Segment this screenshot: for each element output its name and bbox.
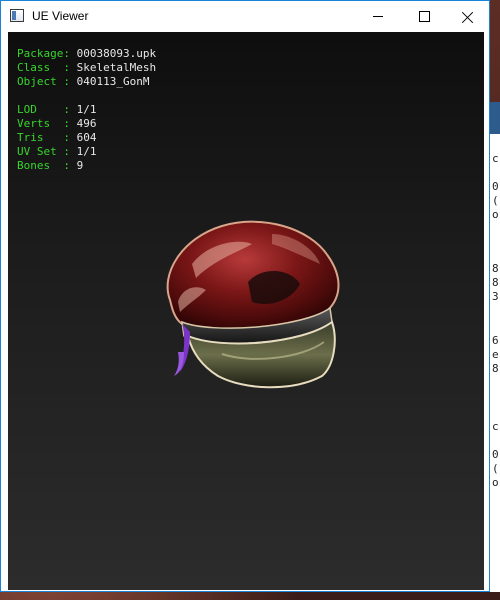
info-label: Package bbox=[17, 47, 64, 60]
info-label: Object bbox=[17, 75, 64, 88]
background-text-fragment: 6 bbox=[492, 334, 499, 347]
background-app-header bbox=[490, 102, 500, 134]
info-separator: : bbox=[63, 159, 77, 172]
info-separator: : bbox=[63, 75, 77, 88]
minimize-icon bbox=[373, 16, 383, 17]
info-row-verts: Verts : 496 bbox=[17, 117, 156, 131]
info-row-class: Class : SkeletalMesh bbox=[17, 61, 156, 75]
background-text-fragment: e bbox=[492, 348, 499, 361]
background-text-fragment: 0 bbox=[492, 448, 499, 461]
maximize-button[interactable] bbox=[401, 1, 447, 32]
info-label: UV Set bbox=[17, 145, 64, 158]
background-text-fragment: o bbox=[492, 208, 499, 221]
close-button[interactable] bbox=[445, 1, 491, 32]
info-label: Tris bbox=[17, 131, 64, 144]
background-app-window: c 0 ( o 8 8 3 6 e 8 c 0 ( o bbox=[490, 102, 500, 592]
info-separator: : bbox=[63, 145, 77, 158]
info-row-lod: LOD : 1/1 bbox=[17, 103, 156, 117]
background-text-fragment: ( bbox=[492, 194, 499, 207]
info-value: SkeletalMesh bbox=[76, 61, 157, 74]
info-row-bones: Bones : 9 bbox=[17, 159, 156, 173]
window-title: UE Viewer bbox=[32, 9, 89, 23]
info-label: Class bbox=[17, 61, 64, 74]
info-value: 496 bbox=[76, 117, 97, 130]
info-value: 040113_GonM bbox=[76, 75, 150, 88]
cap-crown bbox=[166, 220, 340, 331]
info-separator: : bbox=[63, 131, 77, 144]
info-separator: : bbox=[63, 103, 77, 116]
info-value: 1/1 bbox=[76, 103, 97, 116]
info-row-package: Package: 00038093.upk bbox=[17, 47, 156, 61]
3d-viewport[interactable]: Package: 00038093.upk Class : SkeletalMe… bbox=[8, 32, 484, 590]
background-text-fragment: 8 bbox=[492, 262, 499, 275]
maximize-icon bbox=[418, 11, 430, 22]
info-separator: : bbox=[63, 61, 77, 74]
background-text-fragment: 3 bbox=[492, 290, 499, 303]
info-label: Bones bbox=[17, 159, 64, 172]
background-text-fragment: o bbox=[492, 476, 499, 489]
info-row-object: Object : 040113_GonM bbox=[17, 75, 156, 89]
cap-tassel bbox=[174, 352, 184, 376]
background-text-fragment: 8 bbox=[492, 276, 499, 289]
minimize-button[interactable] bbox=[355, 1, 401, 32]
cap-mesh-render[interactable] bbox=[152, 204, 348, 400]
info-value: 1/1 bbox=[76, 145, 97, 158]
info-label: Verts bbox=[17, 117, 64, 130]
title-bar[interactable]: UE Viewer bbox=[1, 1, 489, 32]
close-icon bbox=[462, 11, 474, 23]
info-value: 00038093.upk bbox=[76, 47, 157, 60]
info-value: 604 bbox=[76, 131, 97, 144]
background-text-fragment: c bbox=[492, 420, 499, 433]
info-label: LOD bbox=[17, 103, 64, 116]
background-text-fragment: ( bbox=[492, 462, 499, 475]
info-row-tris: Tris : 604 bbox=[17, 131, 156, 145]
info-row-uvset: UV Set : 1/1 bbox=[17, 145, 156, 159]
background-text-fragment: 8 bbox=[492, 362, 499, 375]
ue-viewer-window: UE Viewer Package: 00038093.upk Class : … bbox=[0, 0, 490, 592]
app-window-icon[interactable] bbox=[10, 9, 24, 22]
mesh-info-overlay: Package: 00038093.upk Class : SkeletalMe… bbox=[17, 47, 156, 173]
background-text-fragment: c bbox=[492, 152, 499, 165]
info-separator: : bbox=[63, 117, 77, 130]
info-value: 9 bbox=[76, 159, 84, 172]
background-text-fragment: 0 bbox=[492, 180, 499, 193]
info-separator: : bbox=[63, 47, 77, 60]
